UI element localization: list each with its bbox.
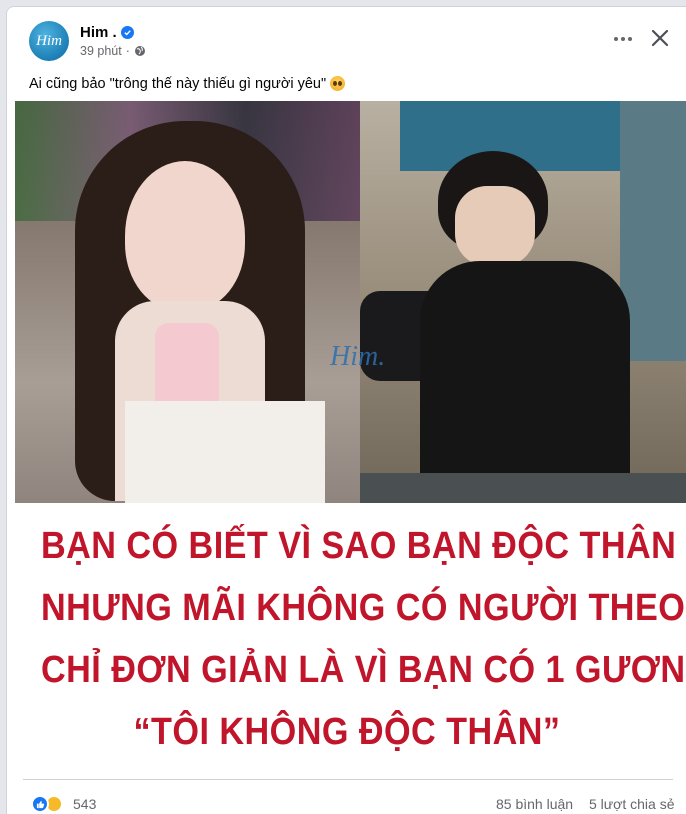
globe-icon [134, 46, 145, 56]
pleading-face-emoji-icon [330, 76, 346, 91]
post-meta: 39 phút · [80, 44, 146, 58]
post-header: Him Him . 39 phút · [7, 7, 686, 69]
post-photo[interactable]: Him. [15, 101, 686, 503]
share-count[interactable]: 5 lượt chia sẻ [589, 796, 674, 812]
headline-text: BẠN CÓ BIẾT VÌ SAO BẠN ĐỘC THÂN NHƯNG MÃ… [7, 515, 686, 763]
verified-icon [120, 26, 134, 39]
photo-left-woman [15, 101, 360, 503]
author-row: Him . [80, 24, 134, 41]
reaction-count[interactable]: 543 [73, 796, 96, 812]
photo-watermark: Him. [330, 341, 386, 372]
comment-count[interactable]: 85 bình luận [496, 796, 573, 812]
photo-right-man [360, 101, 686, 503]
headline-line-4: “TÔI KHÔNG ĐỘC THÂN” [133, 711, 561, 753]
footer-divider [23, 779, 673, 780]
like-reaction-icon[interactable] [31, 795, 49, 813]
close-icon[interactable] [647, 25, 673, 51]
caption-text: Ai cũng bảo "trông thế này thiếu gì ngườ… [29, 76, 327, 92]
post-footer: 543 85 bình luận 5 lượt chia sẻ [7, 779, 686, 814]
more-options-icon[interactable] [607, 27, 639, 51]
author-avatar[interactable]: Him [29, 21, 69, 61]
headline-line-2: NHƯNG MÃI KHÔNG CÓ NGƯỜI THEO ĐUỔI? [41, 587, 686, 629]
headline-line-1: BẠN CÓ BIẾT VÌ SAO BẠN ĐỘC THÂN [41, 525, 677, 567]
author-name[interactable]: Him . [80, 24, 117, 41]
headline-line-3: CHỈ ĐƠN GIẢN LÀ VÌ BẠN CÓ 1 GƯƠNG MẶT [41, 649, 686, 691]
post-card: Him Him . 39 phút · Ai cũng bảo "trông t… [6, 6, 686, 814]
meta-separator: · [125, 44, 130, 58]
post-time[interactable]: 39 phút [80, 44, 122, 58]
post-caption: Ai cũng bảo "trông thế này thiếu gì ngườ… [29, 76, 346, 92]
